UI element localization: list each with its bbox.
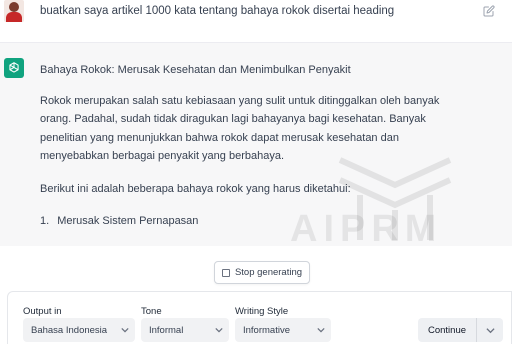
aiprm-watermark-text: AIPRM [290,208,443,250]
stop-square-icon [221,268,230,277]
article-paragraph: Rokok merupakan salah satu kebiasaan yan… [40,94,440,163]
edit-icon[interactable] [483,5,495,17]
tone-value: Informal [149,324,184,336]
user-avatar [4,0,24,22]
chevron-down-icon [121,327,129,333]
output-in-label: Output in [23,306,62,317]
tone-select[interactable]: Informal [141,318,229,342]
stop-generating-button[interactable]: Stop generating [214,261,310,284]
writing-style-select[interactable]: Informative [235,318,331,342]
continue-options-button[interactable] [476,318,503,342]
user-message-text: buatkan saya artikel 1000 kata tentang b… [40,5,395,17]
chevron-down-icon [215,327,223,333]
article-heading: Bahaya Rokok: Merusak Kesehatan dan Meni… [40,64,351,76]
output-language-value: Bahasa Indonesia [31,324,108,336]
assistant-message-content: Bahaya Rokok: Merusak Kesehatan dan Meni… [40,61,460,231]
stop-generating-label: Stop generating [234,267,303,278]
list-text: Merusak Sistem Pernapasan [57,215,199,227]
output-language-select[interactable]: Bahasa Indonesia [23,318,135,342]
chevron-down-icon [485,327,495,333]
list-number: 1. [40,215,50,227]
chevron-down-icon [317,327,325,333]
tone-label: Tone [141,306,162,317]
user-message-row: buatkan saya artikel 1000 kata tentang b… [0,0,512,42]
writing-style-label: Writing Style [235,306,289,317]
writing-style-value: Informative [243,324,290,336]
continue-button[interactable]: Continue [418,318,476,342]
article-paragraph: Berikut ini adalah beberapa bahaya rokok… [40,182,351,195]
chatgpt-logo-icon [4,58,24,78]
